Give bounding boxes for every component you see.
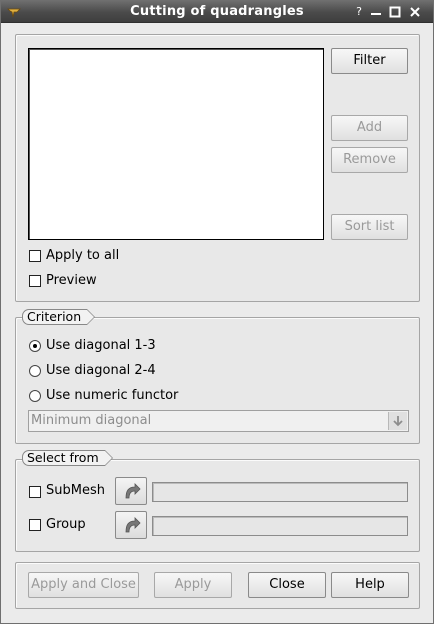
use-diagonal-2-4-radio[interactable] bbox=[29, 365, 41, 377]
group-label: Group bbox=[46, 517, 86, 532]
select-from-group-title: Select from bbox=[22, 450, 113, 466]
close-button[interactable]: Close bbox=[248, 572, 326, 598]
select-from-group bbox=[15, 459, 420, 552]
selection-arrow-icon bbox=[125, 517, 141, 533]
apply-to-all-label: Apply to all bbox=[46, 248, 120, 263]
dialog-window: Cutting of quadrangles ? Filter Add Remo… bbox=[0, 0, 434, 624]
functor-combo-value: Minimum diagonal bbox=[31, 413, 152, 428]
apply-to-all-checkbox[interactable] bbox=[29, 250, 41, 262]
sort-list-button[interactable]: Sort list bbox=[331, 214, 408, 240]
submesh-label: SubMesh bbox=[46, 483, 105, 498]
filter-button[interactable]: Filter bbox=[331, 48, 408, 74]
group-select-button[interactable] bbox=[115, 511, 147, 539]
title-bar[interactable]: Cutting of quadrangles ? bbox=[1, 1, 433, 23]
use-diagonal-1-3-radio[interactable] bbox=[29, 340, 41, 352]
criterion-group-title: Criterion bbox=[22, 309, 96, 325]
minimize-icon[interactable] bbox=[368, 4, 384, 20]
submesh-select-button[interactable] bbox=[115, 477, 147, 505]
functor-combo[interactable]: Minimum diagonal bbox=[28, 410, 409, 432]
elements-list[interactable] bbox=[28, 48, 324, 240]
preview-label: Preview bbox=[46, 273, 97, 288]
add-button[interactable]: Add bbox=[331, 115, 408, 141]
selection-arrow-icon bbox=[125, 483, 141, 499]
help-button[interactable]: Help bbox=[331, 572, 409, 598]
use-numeric-functor-label: Use numeric functor bbox=[46, 388, 179, 403]
submesh-field[interactable] bbox=[152, 482, 408, 502]
preview-checkbox[interactable] bbox=[29, 275, 41, 287]
group-checkbox[interactable] bbox=[29, 519, 41, 531]
close-icon[interactable] bbox=[407, 4, 423, 20]
maximize-icon[interactable] bbox=[387, 4, 403, 20]
use-numeric-functor-radio[interactable] bbox=[29, 390, 41, 402]
use-diagonal-1-3-label: Use diagonal 1-3 bbox=[46, 338, 156, 353]
use-diagonal-2-4-label: Use diagonal 2-4 bbox=[46, 363, 156, 378]
group-field[interactable] bbox=[152, 516, 408, 536]
help-icon[interactable]: ? bbox=[351, 4, 367, 20]
apply-button[interactable]: Apply bbox=[154, 572, 232, 598]
submesh-checkbox[interactable] bbox=[29, 486, 41, 498]
remove-button[interactable]: Remove bbox=[331, 147, 408, 173]
arrow-down-icon[interactable] bbox=[388, 412, 407, 430]
apply-and-close-button[interactable]: Apply and Close bbox=[28, 572, 139, 598]
